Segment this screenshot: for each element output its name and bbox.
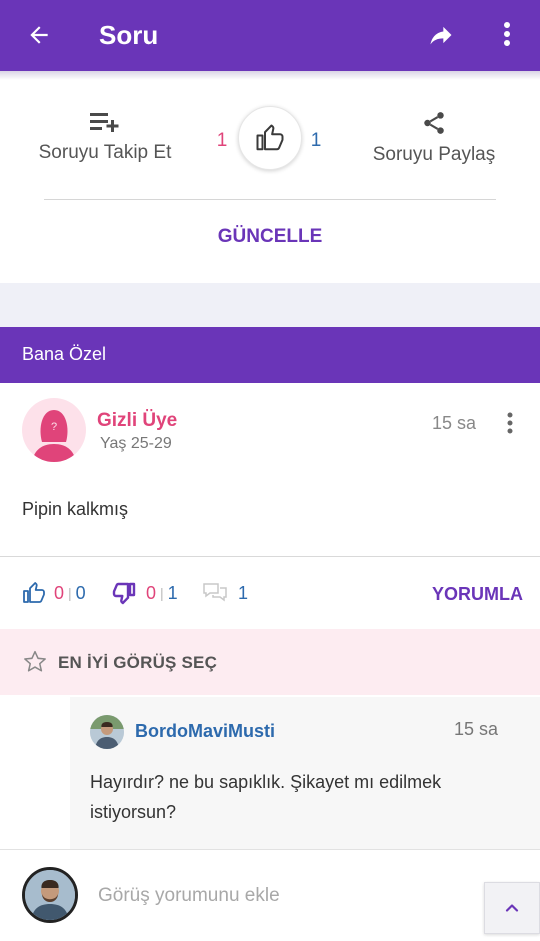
like-count-right: 1: [310, 130, 322, 151]
answer-like-button[interactable]: 0 | 0: [22, 576, 86, 610]
playlist-add-icon: [90, 113, 119, 132]
divider: [44, 199, 496, 200]
comment-input[interactable]: [98, 880, 468, 912]
answer-time: 15 sa: [432, 413, 477, 433]
scroll-up-button[interactable]: [484, 882, 540, 934]
answer-author-age: Yaş 25-29: [100, 435, 172, 452]
comment-author[interactable]: BordoMaviMusti: [135, 721, 275, 742]
share-question-label: Soruyu Paylaş: [372, 144, 496, 165]
current-user-avatar[interactable]: [22, 867, 78, 923]
share-question-button[interactable]: Soruyu Paylaş: [362, 110, 506, 170]
share-forward-icon: [430, 26, 452, 45]
svg-text:?: ?: [51, 421, 57, 433]
more-vert-icon: [507, 412, 513, 434]
arrow-back-icon: [30, 26, 48, 44]
update-button[interactable]: GÜNCELLE: [0, 226, 540, 248]
like-question-button[interactable]: [238, 106, 302, 170]
answer-text: Pipin kalkmış: [22, 499, 129, 519]
best-answer-label: EN İYİ GÖRÜŞ SEÇ: [58, 653, 218, 672]
section-header: Bana Özel: [0, 327, 540, 383]
count-separator: |: [160, 585, 164, 601]
comments-icon: [203, 583, 227, 602]
commenter-avatar[interactable]: [90, 715, 124, 749]
page-title: Soru: [99, 20, 159, 50]
question-actions: Soruyu Takip Et 1 1 Soruyu Paylaş: [0, 92, 540, 192]
anonymous-user-icon: ?: [32, 410, 76, 462]
more-options-button[interactable]: [492, 16, 522, 52]
star-outline-icon: [24, 650, 46, 672]
divider: [0, 556, 540, 557]
share-icon: [424, 112, 444, 134]
like-count-left: 1: [216, 130, 228, 151]
follow-question-label: Soruyu Takip Et: [38, 142, 172, 163]
count-separator: |: [68, 585, 72, 601]
spacer-band: [0, 283, 540, 327]
comment-composer: [0, 849, 540, 941]
follow-question-button[interactable]: Soruyu Takip Et: [30, 110, 180, 170]
app-bar: Soru: [0, 0, 540, 71]
answer-dislike-button[interactable]: 0 | 1: [112, 576, 178, 610]
answer-dislike-count-blue: 1: [167, 582, 178, 603]
answer-author[interactable]: Gizli Üye: [97, 410, 177, 432]
comment-text: Hayırdır? ne bu sapıklık. Şikayet mı edi…: [90, 772, 442, 822]
back-button[interactable]: [22, 18, 56, 52]
user-photo-icon: [25, 870, 75, 920]
thumbs-up-icon: [23, 582, 45, 603]
section-title: Bana Özel: [22, 344, 107, 364]
answer-comments-number: 1: [238, 582, 249, 603]
answer-like-count-blue: 0: [75, 582, 86, 603]
comment-time: 15 sa: [454, 719, 499, 739]
thumbs-up-icon: [256, 124, 284, 151]
app-bar-shadow: [0, 71, 540, 80]
user-photo-icon: [90, 715, 124, 749]
anonymous-avatar[interactable]: ?: [22, 398, 86, 462]
more-vert-icon: [504, 22, 510, 46]
thumbs-down-icon: [112, 582, 136, 605]
best-answer-band[interactable]: EN İYİ GÖRÜŞ SEÇ: [0, 629, 540, 695]
answer-more-button[interactable]: [498, 408, 522, 438]
answer-dislike-count-pink: 0: [146, 582, 157, 603]
answer-like-count-pink: 0: [54, 582, 65, 603]
comment-card: BordoMaviMusti 15 sa Hayırdır? ne bu sap…: [70, 697, 540, 849]
share-button[interactable]: [424, 18, 458, 52]
chevron-up-icon: [505, 904, 519, 912]
comment-action-button[interactable]: YORUMLA: [432, 584, 523, 605]
answer-comments-count[interactable]: 1: [202, 576, 248, 610]
